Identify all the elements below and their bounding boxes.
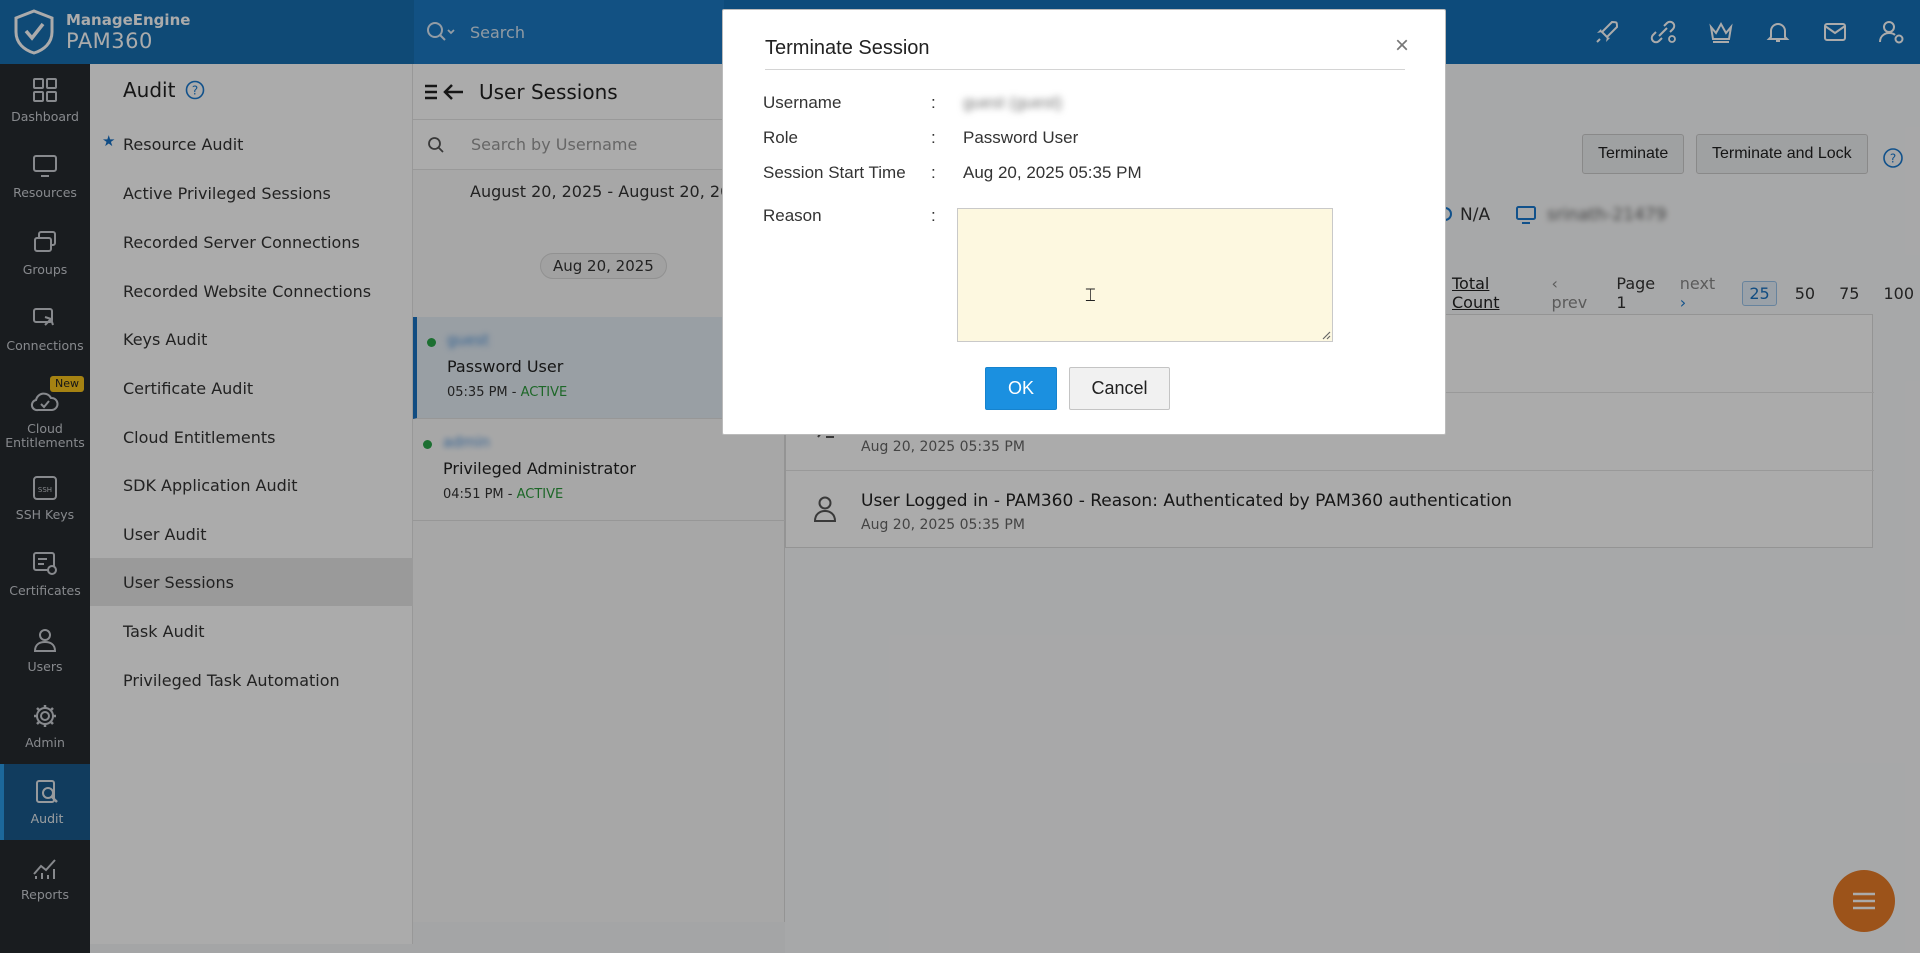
reason-textarea[interactable] — [957, 208, 1333, 342]
terminate-session-dialog: Terminate Session × Username : guest (gu… — [722, 9, 1446, 435]
text-cursor-icon: ⌶ — [1085, 285, 1096, 305]
role-label: Role — [763, 128, 798, 147]
role-value: Password User — [963, 128, 1079, 147]
reason-label: Reason — [763, 206, 822, 225]
dialog-title: Terminate Session — [765, 37, 930, 59]
divider — [765, 69, 1405, 70]
colon: : — [931, 128, 936, 147]
colon: : — [931, 163, 936, 182]
colon: : — [931, 206, 936, 225]
close-icon[interactable]: × — [1395, 34, 1409, 58]
session-start-label: Session Start Time — [763, 163, 906, 182]
cancel-button[interactable]: Cancel — [1069, 367, 1170, 410]
session-start-value: Aug 20, 2025 05:35 PM — [963, 163, 1142, 182]
username-value: guest (guest) — [963, 93, 1063, 112]
colon: : — [931, 93, 936, 112]
resize-handle-icon[interactable] — [1321, 330, 1331, 340]
ok-button[interactable]: OK — [985, 367, 1057, 410]
username-label: Username — [763, 93, 842, 112]
